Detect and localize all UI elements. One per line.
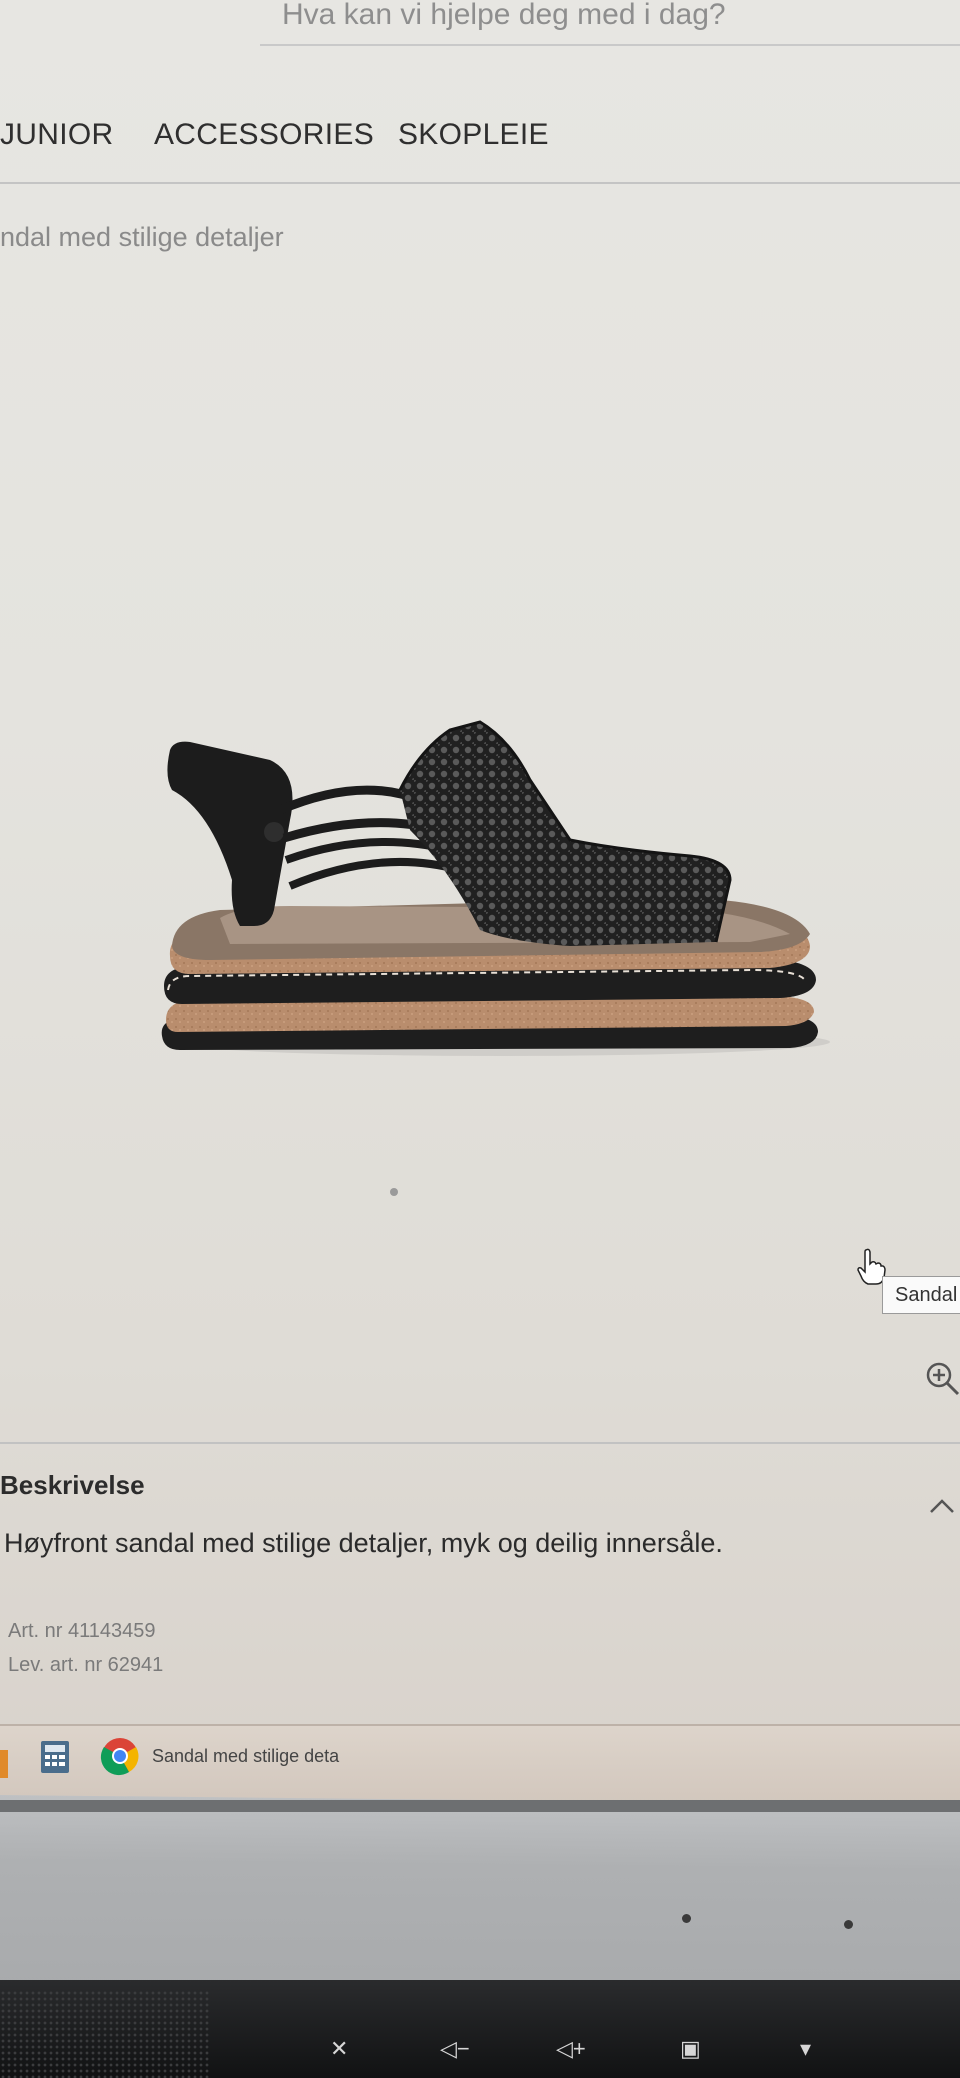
nav-item-accessories[interactable]: ACCESSORIES <box>154 118 374 152</box>
nav-item-skopleie[interactable]: SKOPLEIE <box>398 118 549 152</box>
taskbar-window-title[interactable]: Sandal med stilige deta <box>152 1746 339 1767</box>
image-indicator-dot <box>390 1188 398 1196</box>
breadcrumb[interactable]: ndal med stilige detaljer <box>0 222 284 253</box>
supplier-article-number: Lev. art. nr 62941 <box>8 1654 164 1676</box>
description-divider <box>0 1442 960 1444</box>
mute-icon[interactable]: ✕ <box>330 2036 348 2062</box>
menu-button-icon[interactable]: ▾ <box>800 2036 811 2062</box>
volume-down-icon[interactable]: ◁− <box>440 2036 470 2062</box>
monitor-bezel-edge <box>0 1800 960 1812</box>
chrome-icon[interactable] <box>100 1736 140 1776</box>
search-underline <box>260 44 960 46</box>
image-tooltip: Sandal <box>882 1276 960 1314</box>
nav-divider <box>0 182 960 184</box>
product-image-sandal[interactable] <box>150 720 830 1070</box>
bezel-led-dot <box>844 1920 853 1929</box>
windows-taskbar: Sandal med stilige deta <box>0 1724 960 1800</box>
chevron-up-icon[interactable] <box>928 1496 956 1516</box>
speaker-grill <box>0 1990 210 2078</box>
description-heading[interactable]: Beskrivelse <box>0 1470 145 1501</box>
search-input-placeholder[interactable]: Hva kan vi hjelpe deg med i dag? <box>282 0 726 32</box>
browser-screen: Hva kan vi hjelpe deg med i dag? JUNIOR … <box>0 0 960 1800</box>
calculator-icon[interactable] <box>40 1740 70 1774</box>
volume-up-icon[interactable]: ◁+ <box>556 2036 586 2062</box>
bezel-sensor-dot <box>682 1914 691 1923</box>
taskbar-app-edge[interactable] <box>0 1750 8 1778</box>
nav-item-junior[interactable]: JUNIOR <box>0 118 113 152</box>
main-navigation: JUNIOR ACCESSORIES SKOPLEIE <box>0 118 960 178</box>
article-number: Art. nr 41143459 <box>8 1620 156 1642</box>
zoom-in-icon[interactable] <box>924 1360 960 1396</box>
input-source-icon[interactable]: ▣ <box>680 2036 701 2062</box>
description-text: Høyfront sandal med stilige detaljer, my… <box>4 1528 723 1558</box>
